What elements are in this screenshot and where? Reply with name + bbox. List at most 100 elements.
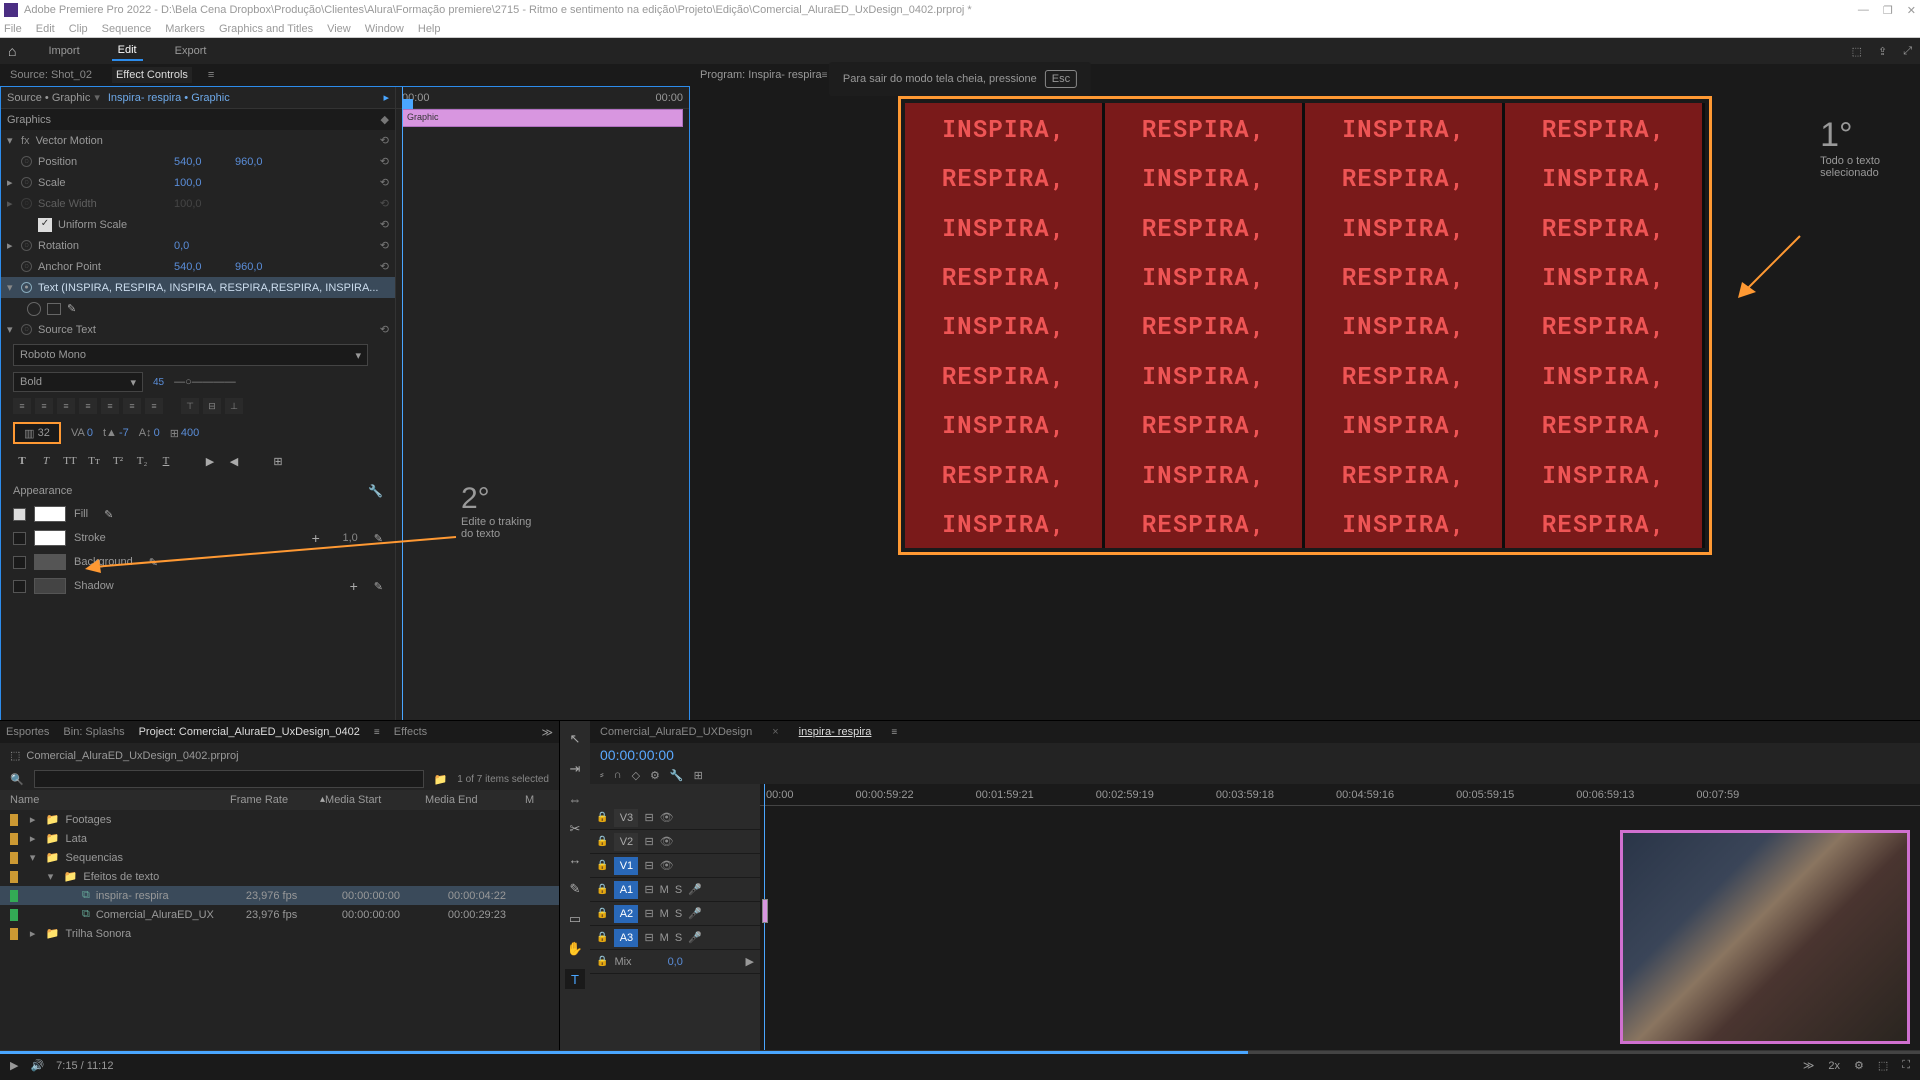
allcaps-icon[interactable]: TT (61, 452, 79, 470)
playhead[interactable] (402, 87, 403, 785)
track-a3[interactable]: A3 (614, 929, 638, 947)
kerning-value[interactable]: 0 (87, 427, 93, 439)
leading-value[interactable]: -7 (119, 427, 129, 439)
quick-export-icon[interactable]: ⬚ (1852, 45, 1862, 58)
program-view[interactable]: INSPIRA,RESPIRA,INSPIRA,RESPIRA,RESPIRA,… (905, 103, 1705, 548)
ltr-icon[interactable]: ▶ (201, 452, 219, 470)
wrench-icon[interactable]: 🔧 (368, 484, 383, 498)
ripple-tool-icon[interactable]: ⇔ (565, 789, 585, 809)
eye-icon[interactable]: 👁 (660, 859, 674, 872)
anchor-y[interactable]: 960,0 (235, 261, 290, 273)
video-progress[interactable] (0, 1051, 1920, 1054)
caption-icon[interactable]: ⊞ (694, 769, 703, 782)
razor-tool-icon[interactable]: ✂ (565, 819, 585, 839)
project-item[interactable]: ▸📁Lata (0, 829, 559, 848)
timeline-clip[interactable] (762, 899, 768, 923)
stroke-swatch[interactable] (34, 530, 66, 546)
settings-icon[interactable]: ⚙ (650, 769, 660, 782)
menu-clip[interactable]: Clip (69, 23, 88, 35)
maximize-button[interactable]: ❐ (1883, 4, 1893, 17)
timeline-timecode[interactable]: 00:00:00:00 (600, 747, 674, 763)
bin-icon[interactable]: 📁 (434, 773, 448, 786)
tab-effects[interactable]: Effects (394, 726, 427, 738)
volume-icon[interactable]: 🔊 (30, 1059, 44, 1072)
baseline-value[interactable]: 0 (154, 427, 160, 439)
align-center-icon[interactable]: ≡ (35, 398, 53, 414)
effect-timeline[interactable]: 00:0000:00 Graphic (396, 87, 689, 785)
superscript-icon[interactable]: T² (109, 452, 127, 470)
menu-markers[interactable]: Markers (165, 23, 205, 35)
align-right-icon[interactable]: ≡ (57, 398, 75, 414)
marker-icon[interactable]: ◇ (632, 769, 640, 782)
smallcaps-icon[interactable]: Tᴛ (85, 452, 103, 470)
font-weight-select[interactable]: Bold▾ (13, 372, 143, 392)
sync-lock-icon[interactable]: ⊟ (644, 835, 653, 848)
pip-icon[interactable]: ⬚ (1878, 1059, 1888, 1072)
workspace-edit[interactable]: Edit (112, 41, 143, 61)
type-tool-icon[interactable]: T (565, 969, 585, 989)
workspace-import[interactable]: Import (42, 42, 85, 60)
fullscreen-icon[interactable]: ⤢ (1903, 45, 1912, 58)
project-item[interactable]: ⧉Comercial_AluraED_UX23,976 fps00:00:00:… (0, 905, 559, 924)
lock-icon[interactable]: 🔒 (596, 908, 608, 919)
menu-file[interactable]: File (4, 23, 22, 35)
tab-source[interactable]: Source: Shot_02 (6, 67, 96, 83)
slip-tool-icon[interactable]: ↔ (565, 849, 585, 869)
vert-align-bot-icon[interactable]: ⊥ (225, 398, 243, 414)
settings-icon[interactable]: ⚙ (1854, 1059, 1864, 1072)
shadow-checkbox[interactable] (13, 580, 26, 593)
mic-icon[interactable]: 🎤 (688, 883, 702, 896)
stopwatch-icon[interactable]: ◌ (21, 240, 32, 251)
menu-edit[interactable]: Edit (36, 23, 55, 35)
project-item[interactable]: ▾📁Efeitos de texto (0, 867, 559, 886)
track-a2[interactable]: A2 (614, 905, 638, 923)
align-justify-right-icon[interactable]: ≡ (123, 398, 141, 414)
track-v2[interactable]: V2 (614, 833, 638, 851)
timeline-tab-1[interactable]: Comercial_AluraED_UXDesign (600, 726, 752, 738)
pen-tool-icon[interactable]: ✎ (565, 879, 585, 899)
tategaki-icon[interactable]: ⊞ (269, 452, 287, 470)
stopwatch-icon[interactable]: ◌ (21, 261, 32, 272)
uniform-scale-check[interactable]: ✓ (38, 218, 52, 232)
selection-tool-icon[interactable]: ↖ (565, 729, 585, 749)
project-search-input[interactable] (34, 770, 424, 788)
subscript-icon[interactable]: T₂ (133, 452, 151, 470)
tab-esportes[interactable]: Esportes (6, 726, 49, 738)
menu-help[interactable]: Help (418, 23, 441, 35)
position-x[interactable]: 540,0 (174, 156, 229, 168)
project-item[interactable]: ▸📁Footages (0, 810, 559, 829)
background-checkbox[interactable] (13, 556, 26, 569)
track-v1[interactable]: V1 (614, 857, 638, 875)
anchor-x[interactable]: 540,0 (174, 261, 229, 273)
faux-italic-icon[interactable]: T (37, 452, 55, 470)
vert-align-top-icon[interactable]: ⊤ (181, 398, 199, 414)
timeline-tab-2[interactable]: inspira- respira (799, 726, 872, 738)
fill-checkbox[interactable] (13, 508, 26, 521)
linked-sel-icon[interactable]: ∩ (614, 769, 622, 782)
track-a1[interactable]: A1 (614, 881, 638, 899)
track-v3[interactable]: V3 (614, 809, 638, 827)
home-icon[interactable]: ⌂ (8, 43, 16, 59)
tab-project[interactable]: Project: Comercial_AluraED_UxDesign_0402 (139, 726, 360, 738)
play-button[interactable]: ▶ (10, 1059, 18, 1072)
lock-icon[interactable]: 🔒 (596, 860, 608, 871)
tracking-input[interactable]: ▥32 (13, 422, 61, 444)
lock-icon[interactable]: 🔒 (596, 884, 608, 895)
background-swatch[interactable] (34, 554, 66, 570)
source-text[interactable]: Source Text (38, 324, 96, 336)
underline-icon[interactable]: T (157, 452, 175, 470)
lock-icon[interactable]: 🔒 (596, 932, 608, 943)
mic-icon[interactable]: 🎤 (688, 931, 702, 944)
text-effect[interactable]: Text (INSPIRA, RESPIRA, INSPIRA, RESPIRA… (38, 282, 378, 294)
eyedropper-icon[interactable]: ✎ (104, 508, 113, 521)
pen-mask-icon[interactable]: ✎ (67, 302, 76, 315)
fullscreen-icon[interactable]: ⛶ (1902, 1059, 1910, 1072)
align-justify-icon[interactable]: ≡ (79, 398, 97, 414)
eye-icon[interactable]: 👁 (660, 811, 674, 824)
sync-lock-icon[interactable]: ⊟ (644, 811, 653, 824)
rect-mask-icon[interactable] (47, 303, 61, 315)
wrench-icon[interactable]: 🔧 (670, 769, 684, 782)
font-select[interactable]: Roboto Mono▾ (13, 344, 368, 366)
project-item[interactable]: ⧉inspira- respira23,976 fps00:00:00:0000… (0, 886, 559, 905)
speed-button[interactable]: 2x (1828, 1060, 1840, 1072)
